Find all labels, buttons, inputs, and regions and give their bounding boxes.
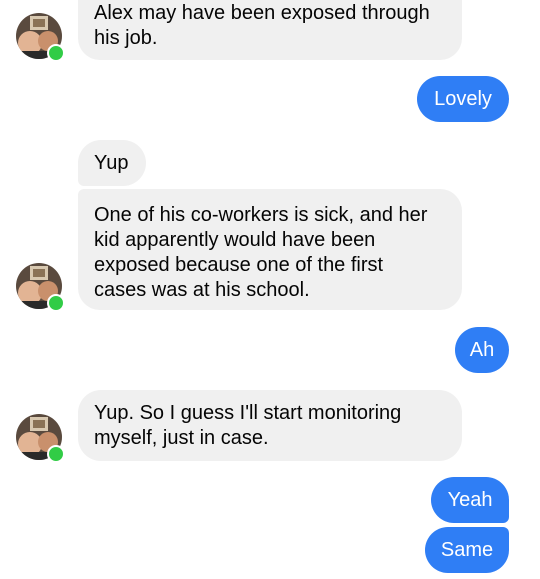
online-status-icon	[47, 294, 65, 312]
outgoing-message[interactable]: Ah	[455, 327, 509, 373]
incoming-message[interactable]: Alex may have been exposed through his j…	[78, 0, 462, 60]
outgoing-message[interactable]: Lovely	[417, 76, 509, 122]
online-status-icon	[47, 44, 65, 62]
outgoing-message[interactable]: Same	[425, 527, 509, 573]
contact-avatar[interactable]	[16, 263, 65, 312]
message-thread: Alex may have been exposed through his j…	[0, 0, 540, 579]
contact-avatar[interactable]	[16, 414, 65, 463]
contact-avatar[interactable]	[16, 13, 65, 62]
incoming-message[interactable]: Yup. So I guess I'll start monitoring my…	[78, 390, 462, 461]
incoming-message[interactable]: One of his co-workers is sick, and her k…	[78, 189, 462, 310]
incoming-message[interactable]: Yup	[78, 140, 146, 186]
outgoing-message[interactable]: Yeah	[431, 477, 509, 523]
online-status-icon	[47, 445, 65, 463]
